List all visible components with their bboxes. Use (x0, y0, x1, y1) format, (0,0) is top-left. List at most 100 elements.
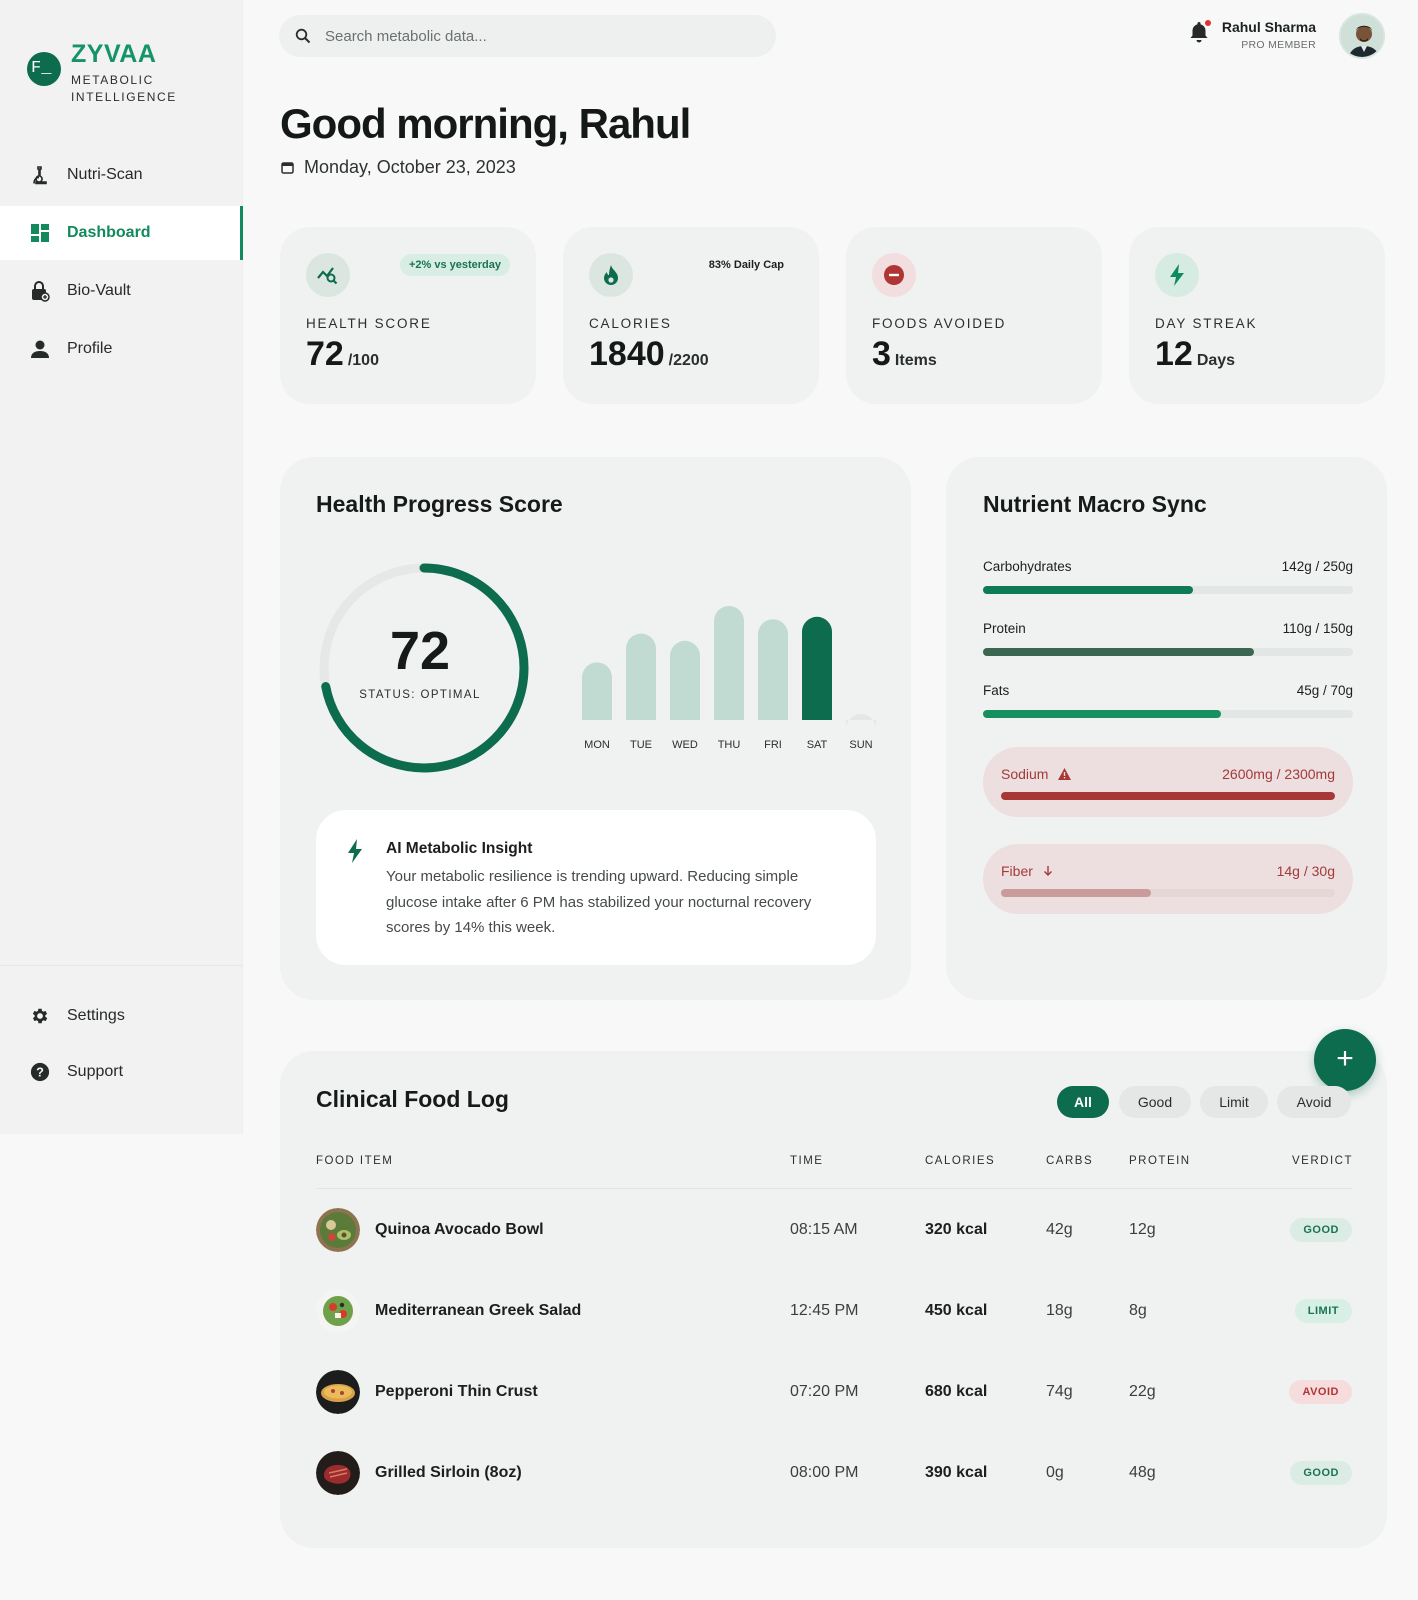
ai-insight-card: AI Metabolic Insight Your metabolic resi… (316, 810, 876, 965)
notifications-button[interactable] (1188, 20, 1211, 49)
column-header-time[interactable]: TIME (790, 1155, 823, 1167)
bar-wed[interactable] (670, 640, 700, 720)
stat-card-calories[interactable]: 83% Daily Cap CALORIES 1840/2200 (563, 227, 819, 404)
sidebar-item-bio-vault[interactable]: Bio-Vault (0, 264, 243, 318)
alert-label: Fiber (1001, 863, 1033, 879)
filter-chip-limit[interactable]: Limit (1200, 1086, 1268, 1118)
food-carbs: 0g (1046, 1464, 1064, 1481)
table-row[interactable]: Grilled Sirloin (8oz) 08:00 PM 390 kcal … (316, 1434, 1352, 1514)
alert-fill (1001, 889, 1152, 897)
sidebar-footer: Settings ? Support (0, 965, 243, 1102)
table-row[interactable]: Pepperoni Thin Crust 07:20 PM 680 kcal 7… (316, 1353, 1352, 1433)
score-value: 72 (389, 621, 451, 681)
sidebar-item-settings[interactable]: Settings (0, 990, 243, 1042)
food-name: Pepperoni Thin Crust (375, 1383, 538, 1400)
stat-card-health-score[interactable]: +2% vs yesterday HEALTH SCORE 72/100 (280, 227, 536, 404)
bar-sun[interactable] (846, 714, 876, 729)
verdict-badge: GOOD (1290, 1218, 1352, 1242)
stat-number: 12 (1155, 335, 1193, 373)
sidebar-item-dashboard[interactable]: Dashboard (0, 206, 243, 260)
sidebar-item-label: Profile (67, 340, 113, 357)
microscope-icon (30, 165, 50, 185)
bar-mon[interactable] (582, 662, 612, 720)
bar-tue[interactable] (626, 633, 656, 720)
food-log-title: Clinical Food Log (316, 1086, 509, 1112)
user-info[interactable]: Rahul Sharma PRO MEMBER (1222, 19, 1316, 51)
bar-fri[interactable] (758, 619, 788, 720)
sidebar-item-label: Bio-Vault (67, 282, 131, 299)
filter-chip-avoid[interactable]: Avoid (1277, 1086, 1351, 1118)
food-time: 07:20 PM (790, 1383, 859, 1400)
stat-label: CALORIES (589, 316, 672, 331)
table-row[interactable]: Quinoa Avocado Bowl 08:15 AM 320 kcal 42… (316, 1191, 1352, 1271)
alert-name: Sodium (1001, 766, 1072, 782)
stat-unit: Items (894, 352, 937, 369)
health-progress-title: Health Progress Score (316, 491, 563, 517)
table-row[interactable]: Mediterranean Greek Salad 12:45 PM 450 k… (316, 1272, 1352, 1352)
minus-circle-icon (872, 253, 916, 297)
insight-body: Your metabolic resilience is trending up… (386, 868, 812, 936)
health-chart-icon (306, 253, 350, 297)
alert-label: Sodium (1001, 766, 1049, 782)
score-status: STATUS: OPTIMAL (359, 689, 481, 701)
alert-value: 14g / 30g (1276, 863, 1335, 879)
bar-label-fri: FRI (764, 739, 782, 751)
flame-icon (589, 253, 633, 297)
column-header-calories[interactable]: CALORIES (925, 1155, 995, 1167)
sidebar-item-support[interactable]: ? Support (0, 1046, 243, 1098)
sidebar-item-nutri-scan[interactable]: Nutri-Scan (0, 148, 243, 202)
food-protein: 48g (1129, 1464, 1156, 1481)
food-calories: 390 kcal (925, 1464, 988, 1481)
food-carbs: 74g (1046, 1383, 1073, 1400)
alert-name: Fiber (1001, 863, 1053, 879)
pizza-image (316, 1370, 360, 1414)
food-calories: 320 kcal (925, 1221, 988, 1238)
stat-unit: /2200 (668, 352, 709, 369)
dashboard-icon (30, 223, 50, 243)
macro-track (983, 648, 1353, 656)
macro-alert-sodium[interactable]: Sodium 2600mg / 2300mg (983, 747, 1353, 817)
sidebar-item-profile[interactable]: Profile (0, 322, 243, 376)
verdict-badge: LIMIT (1294, 1299, 1352, 1323)
verdict-badge: AVOID (1289, 1380, 1352, 1404)
search-input[interactable]: Search metabolic data... (279, 15, 776, 57)
bar-label-mon: MON (584, 739, 610, 751)
food-calories: 680 kcal (925, 1383, 988, 1400)
add-food-button[interactable]: + (1314, 1029, 1376, 1091)
steak-image (316, 1451, 360, 1495)
alert-fill (1001, 792, 1335, 800)
column-header-food[interactable]: FOOD ITEM (316, 1155, 393, 1167)
column-header-verdict[interactable]: VERDICT (1292, 1155, 1353, 1167)
stat-unit: /100 (347, 352, 379, 369)
column-header-protein[interactable]: PROTEIN (1129, 1155, 1191, 1167)
greek-salad-image (316, 1289, 360, 1333)
stat-card-foods-avoided[interactable]: FOODS AVOIDED 3 Items (846, 227, 1102, 404)
food-carbs: 42g (1046, 1221, 1073, 1238)
stat-card-day-streak[interactable]: DAY STREAK 12 Days (1129, 227, 1385, 404)
filter-chip-good[interactable]: Good (1119, 1086, 1191, 1118)
date-line: Monday, October 23, 2023 (281, 157, 516, 178)
vault-icon (30, 281, 50, 302)
food-protein: 8g (1129, 1302, 1147, 1319)
brand-tagline: METABOLIC INTELLIGENCE (71, 73, 177, 104)
food-name: Grilled Sirloin (8oz) (375, 1464, 522, 1481)
bar-label-tue: TUE (630, 739, 652, 751)
column-header-carbs[interactable]: CARBS (1046, 1155, 1093, 1167)
stat-value: 72/100 (306, 335, 379, 374)
help-icon: ? (30, 1062, 50, 1082)
calendar-icon (281, 161, 294, 174)
alert-value: 2600mg / 2300mg (1222, 766, 1335, 782)
macro-alert-fiber[interactable]: Fiber 14g / 30g (983, 844, 1353, 914)
bar-thu[interactable] (714, 606, 744, 720)
verdict-badge: GOOD (1290, 1461, 1352, 1485)
stat-value: 1840/2200 (589, 335, 709, 374)
filter-chip-all[interactable]: All (1057, 1086, 1109, 1118)
trend-badge: +2% vs yesterday (399, 254, 510, 276)
stat-value: 12 Days (1155, 335, 1235, 374)
weekly-bar-chart: MON TUE WED THU FRI SAT SUN (582, 606, 876, 751)
bar-sat[interactable] (802, 616, 832, 720)
bolt-icon (346, 838, 364, 869)
food-name: Mediterranean Greek Salad (375, 1302, 582, 1319)
sidebar: F_ ZYVAA METABOLIC INTELLIGENCE Nutri-Sc… (0, 0, 243, 1134)
avatar[interactable] (1339, 13, 1385, 59)
